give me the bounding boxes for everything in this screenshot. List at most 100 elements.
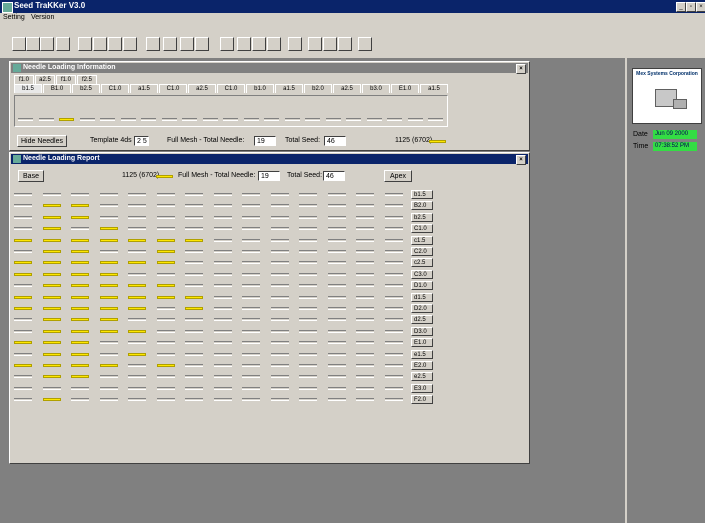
needle-cell[interactable] — [185, 329, 203, 333]
needle-cell[interactable] — [213, 398, 232, 402]
needle-cell[interactable] — [356, 329, 374, 333]
needle-cell[interactable] — [242, 295, 260, 299]
open-icon[interactable] — [26, 37, 40, 51]
needle-cell[interactable] — [71, 307, 89, 310]
needle-cell[interactable] — [71, 250, 89, 253]
needle-cell[interactable] — [299, 250, 317, 253]
needle-cell[interactable] — [71, 272, 89, 276]
needle-cell[interactable] — [185, 215, 203, 219]
needle-cell[interactable] — [384, 261, 403, 265]
needle-cell[interactable] — [14, 215, 32, 219]
needle-cell[interactable] — [71, 375, 89, 379]
info-close-icon[interactable]: × — [516, 64, 526, 74]
needle-cell[interactable] — [270, 204, 289, 208]
needle-cell[interactable] — [213, 364, 232, 367]
needle-cell[interactable] — [384, 364, 403, 367]
needle-cell[interactable] — [14, 318, 32, 322]
needle-cell[interactable] — [185, 295, 203, 299]
needle-cell[interactable] — [242, 272, 260, 276]
needle-cell[interactable] — [42, 272, 61, 276]
needle-cell[interactable] — [99, 272, 118, 276]
needle-cell[interactable] — [384, 386, 403, 390]
needle-cell[interactable] — [99, 398, 118, 402]
close-icon[interactable]: × — [696, 2, 705, 12]
needle-cell[interactable] — [384, 238, 403, 242]
needle-cell[interactable] — [14, 398, 32, 402]
needle-cell[interactable] — [42, 329, 61, 333]
needle-cell[interactable] — [327, 341, 346, 345]
needle-cell[interactable] — [327, 215, 346, 219]
tab-top-1[interactable]: a2.5 — [35, 75, 55, 84]
needle-cell[interactable] — [327, 398, 346, 402]
needle-cell[interactable] — [270, 284, 289, 288]
maximize-icon[interactable]: ▫ — [686, 2, 696, 12]
needle-cell[interactable] — [299, 227, 317, 231]
needle-slot[interactable] — [325, 118, 341, 121]
needle-cell[interactable] — [356, 375, 374, 379]
needle-cell[interactable] — [384, 284, 403, 288]
report-total-seed-field[interactable]: 46 — [323, 171, 345, 181]
needle-slot[interactable] — [407, 118, 423, 121]
needle-cell[interactable] — [42, 307, 61, 310]
needle-cell[interactable] — [327, 284, 346, 288]
needle-cell[interactable] — [270, 238, 289, 242]
needle-cell[interactable] — [270, 364, 289, 367]
needle-cell[interactable] — [42, 352, 61, 356]
needle-cell[interactable] — [42, 318, 61, 322]
needle-cell[interactable] — [14, 329, 32, 333]
needle-cell[interactable] — [213, 375, 232, 379]
needle-cell[interactable] — [14, 238, 32, 242]
tab-bottom-0[interactable]: b1.5 — [14, 84, 42, 93]
needle-cell[interactable] — [213, 352, 232, 356]
needle-cell[interactable] — [42, 295, 61, 299]
needle-cell[interactable] — [299, 386, 317, 390]
tab-bottom-13[interactable]: E1.0 — [391, 84, 419, 93]
needle-cell[interactable] — [327, 227, 346, 231]
eraser-icon[interactable] — [338, 37, 352, 51]
needle-cell[interactable] — [356, 307, 374, 310]
needle-cell[interactable] — [356, 284, 374, 288]
needle-cell[interactable] — [99, 364, 118, 367]
needle-cell[interactable] — [299, 364, 317, 367]
ct-icon[interactable] — [195, 37, 209, 51]
needle-cell[interactable] — [42, 284, 61, 288]
needle-cell[interactable] — [242, 398, 260, 402]
needle-cell[interactable] — [71, 215, 89, 219]
needle-cell[interactable] — [384, 375, 403, 379]
needle-cell[interactable] — [270, 250, 289, 253]
needle-cell[interactable] — [71, 284, 89, 288]
needle-cell[interactable] — [327, 295, 346, 299]
needle-cell[interactable] — [299, 261, 317, 265]
needle-cell[interactable] — [42, 227, 61, 231]
tab-bottom-12[interactable]: b3.0 — [362, 84, 390, 93]
needle-cell[interactable] — [128, 215, 146, 219]
panel-icon[interactable] — [308, 37, 322, 51]
needle-cell[interactable] — [185, 364, 203, 367]
needle-cell[interactable] — [242, 193, 260, 196]
needle-slot[interactable] — [202, 118, 218, 121]
stop-icon[interactable] — [163, 37, 177, 51]
needle-cell[interactable] — [270, 341, 289, 345]
needle-cell[interactable] — [299, 307, 317, 310]
tab-bottom-4[interactable]: a1.5 — [130, 84, 158, 93]
tab-bottom-2[interactable]: b2.5 — [72, 84, 100, 93]
needle-cell[interactable] — [99, 238, 118, 242]
needle-cell[interactable] — [356, 272, 374, 276]
needle-cell[interactable] — [356, 364, 374, 367]
needle-slot[interactable] — [18, 118, 33, 121]
template-icon[interactable] — [288, 37, 302, 51]
square-icon[interactable] — [323, 37, 337, 51]
tab-top-0[interactable]: f1.0 — [14, 75, 34, 84]
needle-cell[interactable] — [99, 341, 118, 345]
needle-cell[interactable] — [185, 375, 203, 379]
needle-cell[interactable] — [213, 386, 232, 390]
needle-slot[interactable] — [366, 118, 382, 121]
needle-cell[interactable] — [327, 386, 346, 390]
needle-cell[interactable] — [213, 204, 232, 208]
needle-cell[interactable] — [327, 364, 346, 367]
tab-bottom-11[interactable]: a2.5 — [333, 84, 361, 93]
needle-cell[interactable] — [356, 318, 374, 322]
needle-cell[interactable] — [99, 307, 118, 310]
needle-cell[interactable] — [99, 204, 118, 208]
needle-slot[interactable] — [346, 118, 361, 121]
